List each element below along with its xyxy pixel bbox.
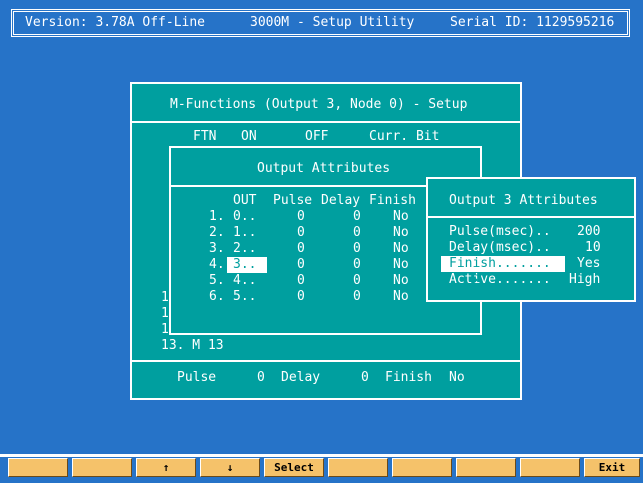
list-item[interactable]: 1 [161, 290, 169, 306]
field-pulse-label[interactable]: Pulse(msec).. [449, 224, 551, 240]
function-key-bar: ↑ ↓ Select Exit [8, 458, 640, 477]
title-bar: Version: 3.78A Off-Line 3000M - Setup Ut… [11, 9, 630, 37]
footer-finish-label: Finish [385, 370, 432, 385]
hdr-out: OUT [233, 193, 257, 208]
version-text: Version: 3.78A Off-Line [25, 15, 206, 30]
divider [0, 454, 643, 457]
down-arrow-button[interactable]: ↓ [200, 458, 260, 477]
field-finish-value[interactable]: Yes [577, 256, 600, 272]
fkey-6[interactable] [328, 458, 388, 477]
mfunctions-title: M-Functions (Output 3, Node 0) - Setup [170, 97, 468, 112]
footer-delay-label: Delay [281, 370, 321, 385]
footer-pulse-label: Pulse [177, 370, 217, 385]
footer-delay-value: 0 [361, 370, 369, 385]
footer-pulse-value: 0 [257, 370, 265, 385]
hdr-delay: Delay [321, 193, 361, 208]
fkey-8[interactable] [456, 458, 516, 477]
up-arrow-button[interactable]: ↑ [136, 458, 196, 477]
app-title: 3000M - Setup Utility [250, 15, 415, 30]
field-pulse-value[interactable]: 200 [577, 224, 600, 240]
output3-attributes-panel: Output 3 Attributes Pulse(msec).. 200 De… [426, 177, 636, 302]
fkey-9[interactable] [520, 458, 580, 477]
field-finish-label[interactable]: Finish....... [441, 256, 565, 272]
fkey-1[interactable] [8, 458, 68, 477]
list-item[interactable]: 13. M 13 [161, 338, 224, 354]
output3-title: Output 3 Attributes [449, 193, 598, 208]
footer-finish-value: No [449, 370, 465, 385]
col-curr-bit: Curr. Bit [369, 129, 440, 144]
list-item[interactable]: 1 [161, 322, 169, 338]
fkey-2[interactable] [72, 458, 132, 477]
selected-out-cell[interactable]: 3.. [227, 257, 267, 273]
col-on: ON [241, 129, 257, 144]
list-item[interactable]: 1 [161, 306, 169, 322]
serial-id: Serial ID: 1129595216 [450, 15, 615, 30]
field-active-value[interactable]: High [569, 272, 600, 288]
output-attributes-title: Output Attributes [257, 161, 391, 176]
select-button[interactable]: Select [264, 458, 324, 477]
col-off: OFF [305, 129, 329, 144]
hdr-finish: Finish [369, 193, 416, 208]
hdr-pulse: Pulse [273, 193, 313, 208]
selection-arrow-icon [441, 256, 479, 285]
exit-button[interactable]: Exit [584, 458, 640, 477]
field-delay-label[interactable]: Delay(msec).. [449, 240, 551, 256]
field-delay-value[interactable]: 10 [585, 240, 601, 256]
fkey-7[interactable] [392, 458, 452, 477]
col-ftn: FTN [193, 129, 217, 144]
